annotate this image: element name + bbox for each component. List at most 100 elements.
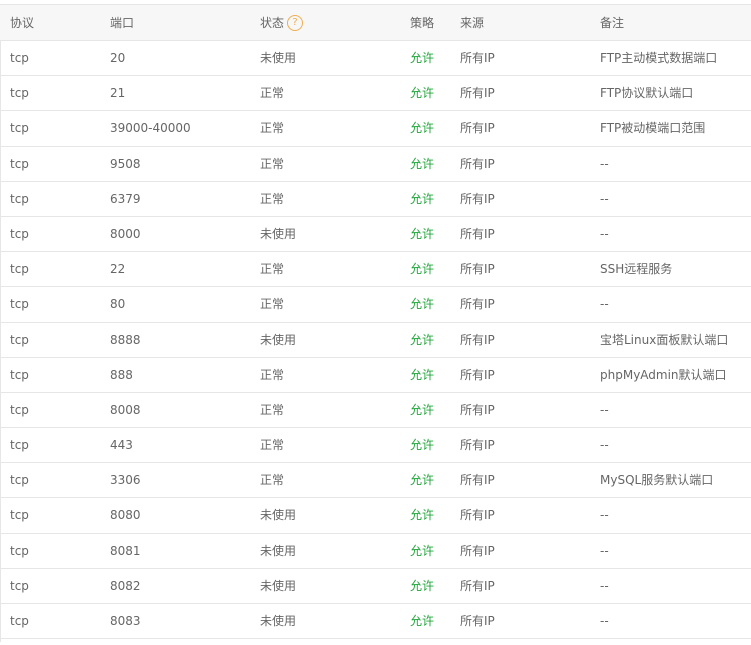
cell-status: 未使用 (260, 332, 297, 347)
cell-note: -- (600, 578, 609, 593)
table-row: tcp 443 正常 允许 所有IP -- (0, 428, 751, 464)
table-row: tcp 8000 未使用 允许 所有IP -- (0, 217, 751, 253)
cell-port: 888 (110, 367, 133, 382)
cell-policy: 允许 (410, 332, 435, 347)
table-row: tcp 8888 未使用 允许 所有IP 宝塔Linux面板默认端口 (0, 323, 751, 358)
cell-note: -- (600, 297, 609, 312)
cell-protocol: tcp (10, 614, 29, 628)
cell-source: 所有IP (460, 473, 495, 488)
cell-protocol: tcp (10, 543, 29, 558)
header-policy: 策略 (410, 16, 435, 30)
cell-source: 所有IP (460, 191, 495, 206)
cell-port: 9508 (110, 156, 141, 171)
cell-source: 所有IP (460, 121, 495, 136)
header-protocol: 协议 (10, 16, 35, 30)
cell-port: 3306 (110, 473, 141, 488)
cell-protocol: tcp (10, 578, 29, 593)
cell-port: 443 (110, 438, 133, 453)
cell-port: 6379 (110, 191, 141, 206)
cell-source: 所有IP (460, 543, 495, 558)
cell-policy: 允许 (410, 191, 435, 206)
cell-status: 正常 (260, 262, 285, 277)
table-row: tcp 8008 正常 允许 所有IP -- (0, 393, 751, 429)
cell-policy: 允许 (410, 438, 435, 453)
cell-status: 正常 (260, 156, 285, 171)
cell-status: 未使用 (260, 614, 297, 628)
cell-policy: 允许 (410, 297, 435, 312)
cell-policy: 允许 (410, 51, 435, 65)
table-row: tcp 6379 正常 允许 所有IP -- (0, 182, 751, 217)
cell-status: 未使用 (260, 51, 297, 65)
cell-note: -- (600, 156, 609, 171)
cell-policy: 允许 (410, 262, 435, 277)
firewall-rules-table: 协议 端口 状态? 策略 来源 备注 tcp 20 未使用 允许 所有IP FTP主动模式… (0, 4, 751, 640)
cell-source: 所有IP (460, 578, 495, 593)
cell-protocol: tcp (10, 367, 29, 382)
cell-note: phpMyAdmin默认端口 (600, 367, 727, 382)
cell-protocol: tcp (10, 473, 29, 488)
cell-port: 8080 (110, 508, 141, 523)
cell-policy: 允许 (410, 578, 435, 593)
cell-protocol: tcp (10, 86, 29, 101)
cell-port: 8081 (110, 543, 141, 558)
cell-port: 80 (110, 297, 126, 312)
cell-protocol: tcp (10, 191, 29, 206)
cell-note: -- (600, 438, 609, 453)
table-row: tcp 8080 未使用 允许 所有IP -- (0, 498, 751, 534)
cell-port: 8082 (110, 578, 141, 593)
cell-policy: 允许 (410, 121, 435, 136)
cell-policy: 允许 (410, 543, 435, 558)
cell-status: 正常 (260, 121, 285, 136)
cell-protocol: tcp (10, 332, 29, 347)
cell-port: 8000 (110, 226, 141, 241)
cell-note: MySQL服务默认端口 (600, 473, 714, 488)
cell-status: 未使用 (260, 226, 297, 241)
cell-protocol: tcp (10, 121, 29, 136)
cell-protocol: tcp (10, 402, 29, 417)
table-row: tcp 8082 未使用 允许 所有IP -- (0, 569, 751, 604)
table-row: tcp 20 未使用 允许 所有IP FTP主动模式数据端口 (0, 41, 751, 77)
cell-port: 8888 (110, 332, 141, 347)
cell-source: 所有IP (460, 297, 495, 312)
cell-note: -- (600, 191, 609, 206)
cell-note: FTP协议默认端口 (600, 86, 694, 101)
cell-source: 所有IP (460, 226, 495, 241)
help-icon[interactable]: ? (287, 14, 304, 31)
table-row: tcp 9508 正常 允许 所有IP -- (0, 147, 751, 182)
cell-protocol: tcp (10, 262, 29, 277)
cell-port: 22 (110, 262, 126, 277)
table-row: tcp 8083 未使用 允许 所有IP -- (0, 604, 751, 640)
header-status: 状态? (260, 5, 304, 41)
cell-status: 正常 (260, 473, 285, 488)
cell-status: 未使用 (260, 508, 297, 523)
cell-protocol: tcp (10, 51, 29, 65)
cell-note: -- (600, 543, 609, 558)
table-row: tcp 22 正常 允许 所有IP SSH远程服务 (0, 252, 751, 288)
cell-note: FTP主动模式数据端口 (600, 51, 718, 65)
cell-status: 正常 (260, 86, 285, 101)
table-row: tcp 8081 未使用 允许 所有IP -- (0, 534, 751, 569)
cell-note: -- (600, 402, 609, 417)
cell-source: 所有IP (460, 51, 495, 65)
cell-port: 8083 (110, 614, 141, 628)
cell-source: 所有IP (460, 86, 495, 101)
cell-note: SSH远程服务 (600, 262, 673, 277)
header-source: 来源 (460, 16, 485, 30)
cell-protocol: tcp (10, 156, 29, 171)
header-port: 端口 (110, 16, 135, 30)
table-row: tcp 21 正常 允许 所有IP FTP协议默认端口 (0, 76, 751, 112)
cell-note: -- (600, 508, 609, 523)
cell-port: 20 (110, 51, 126, 65)
table-row: tcp 80 正常 允许 所有IP -- (0, 287, 751, 323)
table-row: tcp 3306 正常 允许 所有IP MySQL服务默认端口 (0, 463, 751, 499)
table-body: tcp 20 未使用 允许 所有IP FTP主动模式数据端口 tcp 21 正常 允许 所有IP FT… (0, 41, 751, 640)
cell-policy: 允许 (410, 156, 435, 171)
cell-policy: 允许 (410, 614, 435, 628)
cell-protocol: tcp (10, 438, 29, 453)
header-status-label: 状态 (260, 16, 285, 30)
cell-status: 正常 (260, 402, 285, 417)
cell-status: 未使用 (260, 543, 297, 558)
cell-source: 所有IP (460, 332, 495, 347)
cell-source: 所有IP (460, 262, 495, 277)
cell-source: 所有IP (460, 508, 495, 523)
